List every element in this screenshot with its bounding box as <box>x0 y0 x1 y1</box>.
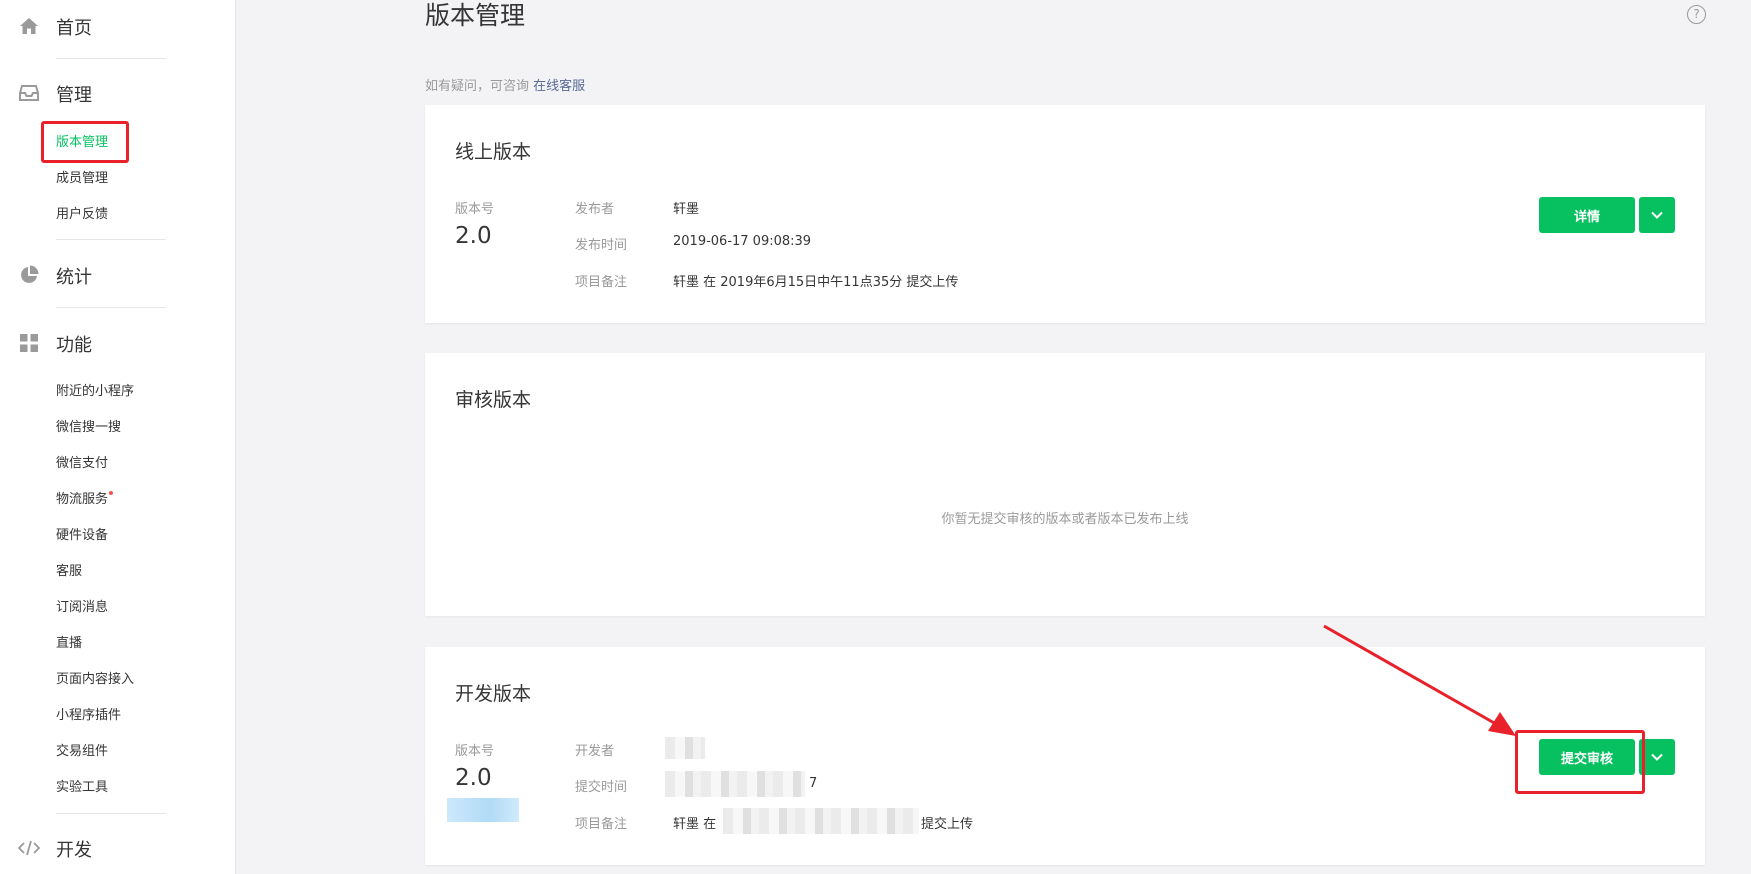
card-title: 审核版本 <box>455 389 532 411</box>
detail-button[interactable]: 详情 <box>1539 197 1635 233</box>
sidebar: 首页 管理 版本管理 成员管理 用户反馈 统计 功能 附近的小程序 微信搜一搜 … <box>0 0 236 874</box>
version-label: 版本号 <box>455 202 495 217</box>
publisher-value: 轩墨 <box>673 202 700 217</box>
nav-dev-label: 开发 <box>56 840 92 861</box>
version-number: 2.0 <box>455 765 492 791</box>
card-title: 线上版本 <box>455 141 532 163</box>
inbox-icon <box>18 83 40 103</box>
card-title: 开发版本 <box>455 683 532 705</box>
divider <box>56 58 166 59</box>
question-circle-icon[interactable]: ? <box>1687 5 1706 24</box>
sidebar-item-live[interactable]: 直播 <box>56 635 82 653</box>
submit-time-key: 提交时间 <box>575 780 628 795</box>
sidebar-item-lab-tools[interactable]: 实验工具 <box>56 779 108 797</box>
sidebar-item-user-feedback[interactable]: 用户反馈 <box>56 206 108 224</box>
note-key: 项目备注 <box>575 817 628 832</box>
redacted-submit-time <box>665 771 805 797</box>
redacted-developer <box>665 737 705 759</box>
divider <box>56 239 166 240</box>
new-badge-dot <box>109 491 114 495</box>
sidebar-item-logistics-label: 物流服务 <box>56 492 109 507</box>
review-version-card: 审核版本 你暂无提交审核的版本或者版本已发布上线 <box>425 353 1705 616</box>
online-service-link[interactable]: 在线客服 <box>533 79 585 94</box>
nav-home-label: 首页 <box>56 18 92 39</box>
developer-key: 开发者 <box>575 744 615 759</box>
sidebar-item-plugins[interactable]: 小程序插件 <box>56 707 121 725</box>
home-icon <box>18 16 40 36</box>
publish-time-key: 发布时间 <box>575 238 628 253</box>
sidebar-item-nearby-miniprogram[interactable]: 附近的小程序 <box>56 383 134 401</box>
sidebar-item-trade-component[interactable]: 交易组件 <box>56 743 108 761</box>
publish-time-value: 2019-06-17 09:08:39 <box>673 234 812 249</box>
grid-icon <box>18 333 40 353</box>
empty-hint: 你暂无提交审核的版本或者版本已发布上线 <box>941 512 1189 527</box>
note-suffix: 提交上传 <box>921 817 974 832</box>
nav-stats[interactable]: 统计 <box>0 260 236 290</box>
publisher-key: 发布者 <box>575 202 615 217</box>
note-key: 项目备注 <box>575 275 628 290</box>
sidebar-item-logistics[interactable]: 物流服务 <box>56 491 114 509</box>
nav-dev[interactable]: 开发 <box>0 833 236 863</box>
more-dropdown-button[interactable] <box>1639 197 1675 233</box>
pie-chart-icon <box>18 265 40 285</box>
submit-review-button[interactable]: 提交审核 <box>1539 739 1635 775</box>
sidebar-item-member-management[interactable]: 成员管理 <box>56 170 108 188</box>
online-version-card: 线上版本 版本号 2.0 发布者 轩墨 发布时间 2019-06-17 09:0… <box>425 105 1705 323</box>
sidebar-item-wechat-search[interactable]: 微信搜一搜 <box>56 419 121 437</box>
note-prefix: 轩墨 在 <box>673 817 717 832</box>
nav-features-label: 功能 <box>56 335 92 356</box>
sidebar-item-wechat-pay[interactable]: 微信支付 <box>56 455 108 473</box>
chevron-down-icon <box>1651 211 1663 219</box>
nav-stats-label: 统计 <box>56 267 92 288</box>
version-label: 版本号 <box>455 744 495 759</box>
note-value: 轩墨 在 2019年6月15日中午11点35分 提交上传 <box>673 275 959 290</box>
redacted-note <box>723 808 919 834</box>
nav-features[interactable]: 功能 <box>0 328 236 358</box>
nav-manage-label: 管理 <box>56 85 92 106</box>
sidebar-item-page-content[interactable]: 页面内容接入 <box>56 671 134 689</box>
submit-time-tail: 7 <box>809 776 818 791</box>
nav-manage[interactable]: 管理 <box>0 78 236 108</box>
redacted-version-description <box>447 798 519 822</box>
page-title: 版本管理 <box>425 1 526 30</box>
consult-text: 如有疑问，可咨询 <box>425 79 530 94</box>
sidebar-item-subscribe-message[interactable]: 订阅消息 <box>56 599 108 617</box>
code-icon <box>18 838 40 858</box>
sidebar-item-customer-service[interactable]: 客服 <box>56 563 82 581</box>
version-number: 2.0 <box>455 223 492 249</box>
divider <box>56 813 166 814</box>
sidebar-item-version-management[interactable]: 版本管理 <box>56 134 108 152</box>
sidebar-item-hardware[interactable]: 硬件设备 <box>56 527 108 545</box>
more-dropdown-button[interactable] <box>1639 739 1675 775</box>
develop-version-card: 开发版本 版本号 2.0 开发者 提交时间 7 项目备注 轩墨 在 提交上传 提… <box>425 647 1705 865</box>
nav-home[interactable]: 首页 <box>0 11 236 41</box>
chevron-down-icon <box>1651 753 1663 761</box>
divider <box>56 307 166 308</box>
consult-hint: 如有疑问，可咨询 在线客服 <box>425 75 585 94</box>
